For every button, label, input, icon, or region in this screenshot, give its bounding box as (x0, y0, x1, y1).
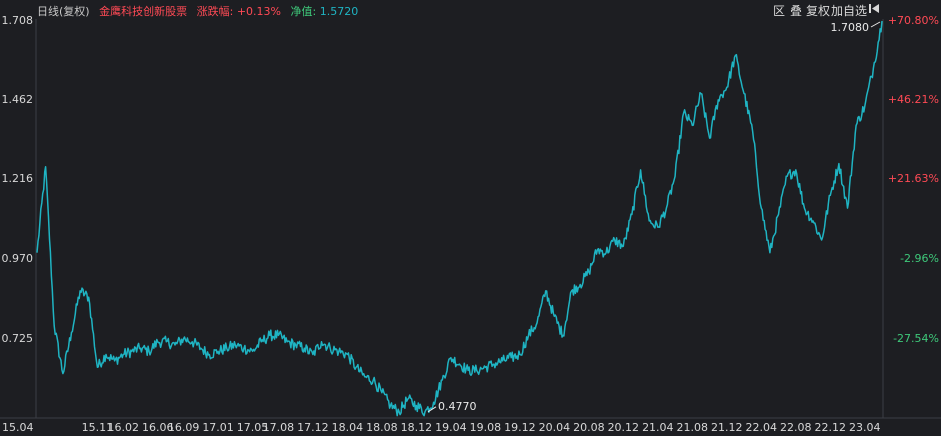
min-annotation-label: 0.4770 (438, 400, 477, 413)
x-tick-label: 17.12 (297, 421, 329, 434)
y-left-tick-label: 0.970 (2, 252, 34, 265)
fund-name: 金鹰科技创新股票 (99, 5, 188, 18)
x-tick-label: 20.08 (573, 421, 605, 434)
overlay-button[interactable]: 叠 (790, 2, 802, 19)
x-tick-label: 21.04 (642, 421, 674, 434)
x-tick-label: 16.02 (107, 421, 139, 434)
x-tick-label: 18.08 (366, 421, 398, 434)
y-left-tick-label: 1.708 (2, 14, 34, 27)
x-tick-label: 20.12 (608, 421, 640, 434)
y-right-tick-label: +21.63% (888, 172, 939, 185)
chart-header: 日线(复权) 金鹰科技创新股票 涨跌幅: +0.13% 净值: 1.5720 (37, 3, 358, 19)
x-tick-label: 19.08 (470, 421, 502, 434)
x-axis-labels: 15.04 15.1116.02 16.0616.09 17.01 17.0517.08… (2, 421, 881, 434)
zone-button[interactable]: 区 (773, 2, 785, 19)
x-tick-label: 23.04 (849, 421, 881, 434)
nav-chart: 1.708 1.462 1.216 0.970 0.725 +70.80% +46.21%… (0, 0, 941, 436)
y-right-tick-label: +46.21% (888, 93, 939, 106)
x-tick-label: 17.08 (263, 421, 295, 434)
max-annotation-label: 1.7080 (831, 21, 870, 34)
x-tick-label: 18.04 (332, 421, 364, 434)
y-left-tick-label: 1.462 (2, 93, 34, 106)
nav-label: 净值: (290, 5, 317, 18)
x-tick-label: 16.09 (168, 421, 200, 434)
collapse-left-icon[interactable] (869, 3, 880, 17)
change-label: 涨跌幅: (196, 5, 234, 18)
x-tick-label: 20.04 (539, 421, 571, 434)
change-value: +0.13% (236, 5, 281, 18)
x-tick-label: 19.04 (435, 421, 467, 434)
y-right-tick-label: -27.54% (893, 332, 939, 345)
y-right-tick-label: -2.96% (900, 252, 939, 265)
adjust-button[interactable]: 复权 (806, 2, 830, 19)
y-left-tick-label: 0.725 (2, 332, 34, 345)
x-tick-label: 22.12 (815, 421, 847, 434)
x-tick-label: 22.08 (780, 421, 812, 434)
x-tick-label: 17.01 (202, 421, 234, 434)
period-label: 日线(复权) (37, 5, 90, 18)
x-tick-label: 21.08 (677, 421, 709, 434)
chart-background (0, 0, 941, 436)
x-tick-label: 22.04 (746, 421, 778, 434)
x-tick-label: 19.12 (504, 421, 536, 434)
x-tick-label: 18.12 (401, 421, 433, 434)
y-right-tick-label: +70.80% (888, 14, 939, 27)
x-tick-label: 15.04 (2, 421, 34, 434)
nav-value: 1.5720 (319, 5, 359, 18)
y-left-tick-label: 1.216 (2, 172, 34, 185)
add-watch-button[interactable]: 加自选 (831, 2, 867, 19)
x-tick-label: 21.12 (711, 421, 743, 434)
